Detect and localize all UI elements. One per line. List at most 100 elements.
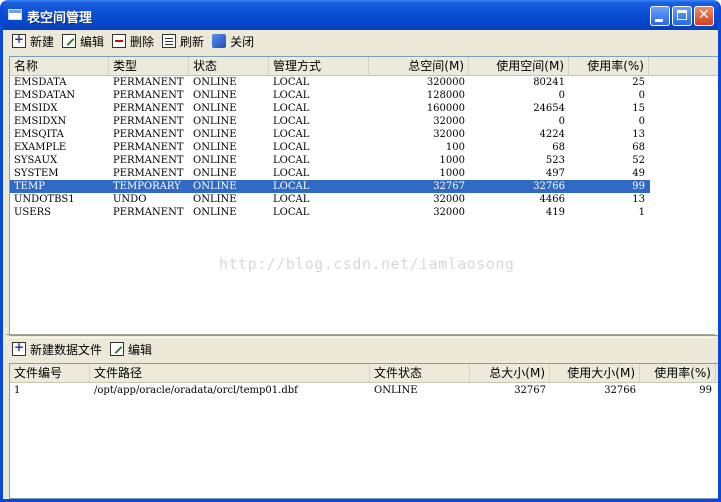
close-window-button[interactable] xyxy=(694,6,714,26)
status-cell: ONLINE xyxy=(193,194,237,205)
delete-label: 删除 xyxy=(130,34,155,49)
type-cell: TEMPORARY xyxy=(113,181,181,192)
type-cell: PERMANENT xyxy=(113,142,184,153)
total-space-cell: 32000 xyxy=(433,207,465,218)
used-space-cell: 4466 xyxy=(539,194,565,205)
status-cell: ONLINE xyxy=(193,103,237,114)
total-space-cell: 320000 xyxy=(426,77,465,88)
type-cell: PERMANENT xyxy=(113,168,184,179)
new-label: 新建 xyxy=(30,34,55,49)
datafile-row[interactable]: 1 /opt/app/oracle/oradata/orcl/temp01.db… xyxy=(10,384,716,397)
table-row[interactable]: UNDOTBS1 UNDO ONLINE LOCAL 32000 4466 13 xyxy=(10,193,650,206)
header-total-size[interactable]: 总大小(M) xyxy=(470,364,550,382)
used-space-cell: 0 xyxy=(558,116,565,127)
table-row[interactable]: EMSIDXN PERMANENT ONLINE LOCAL 32000 0 0 xyxy=(10,115,650,128)
close-button[interactable]: 关闭 xyxy=(212,30,254,52)
status-cell: ONLINE xyxy=(193,90,237,101)
table-row[interactable]: SYSTEM PERMANENT ONLINE LOCAL 1000 497 49 xyxy=(10,167,650,180)
management-cell: LOCAL xyxy=(273,129,310,140)
type-cell: PERMANENT xyxy=(113,103,184,114)
table-row[interactable]: USERS PERMANENT ONLINE LOCAL 32000 419 1 xyxy=(10,206,650,219)
usage-cell: 99 xyxy=(632,181,645,192)
tablespace-grid[interactable]: 名称 类型 状态 管理方式 总空间(M) 使用空间(M) 使用率(%) EMSD… xyxy=(9,56,718,336)
used-space-cell: 4224 xyxy=(539,129,565,140)
title-bar[interactable]: 表空间管理 xyxy=(3,0,718,30)
usage-cell: 68 xyxy=(632,142,645,153)
close-app-icon xyxy=(212,34,227,48)
main-toolbar: 新建 编辑 删除 刷新 关闭 xyxy=(12,29,262,53)
management-cell: LOCAL xyxy=(273,142,310,153)
used-space-cell: 32766 xyxy=(533,181,565,192)
header-status[interactable]: 状态 xyxy=(189,57,269,75)
management-cell: LOCAL xyxy=(273,103,310,114)
status-cell: ONLINE xyxy=(193,207,237,218)
table-row[interactable]: EMSDATA PERMANENT ONLINE LOCAL 320000 80241 25 xyxy=(10,76,650,89)
header-file-status[interactable]: 文件状态 xyxy=(370,364,470,382)
delete-button[interactable]: 删除 xyxy=(112,30,154,52)
management-cell: LOCAL xyxy=(273,181,310,192)
name-cell: EMSIDX xyxy=(14,103,58,114)
usage-cell: 25 xyxy=(632,77,645,88)
table-row[interactable]: EXAMPLE PERMANENT ONLINE LOCAL 100 68 68 xyxy=(10,141,650,154)
used-space-cell: 80241 xyxy=(533,77,565,88)
type-cell: PERMANENT xyxy=(113,155,184,166)
total-space-cell: 32000 xyxy=(433,129,465,140)
maximize-button[interactable] xyxy=(672,6,692,26)
total-space-cell: 32767 xyxy=(433,181,465,192)
datafile-grid[interactable]: 文件编号 文件路径 文件状态 总大小(M) 使用大小(M) 使用率(%) 1 /… xyxy=(9,363,718,499)
edit-label: 编辑 xyxy=(80,34,105,49)
usage-cell: 15 xyxy=(632,103,645,114)
header-file-usage[interactable]: 使用率(%) xyxy=(640,364,716,382)
total-space-cell: 32000 xyxy=(433,116,465,127)
table-row[interactable]: SYSAUX PERMANENT ONLINE LOCAL 1000 523 52 xyxy=(10,154,650,167)
edit-datafile-button[interactable]: 编辑 xyxy=(110,338,152,360)
used-space-cell: 523 xyxy=(545,155,565,166)
management-cell: LOCAL xyxy=(273,116,310,127)
window-icon xyxy=(8,9,22,20)
new-datafile-button[interactable]: 新建数据文件 xyxy=(12,338,102,360)
usage-cell: 13 xyxy=(632,129,645,140)
type-cell: PERMANENT xyxy=(113,116,184,127)
maximize-icon xyxy=(673,7,691,25)
management-cell: LOCAL xyxy=(273,155,310,166)
total-space-cell: 128000 xyxy=(426,90,465,101)
total-space-cell: 32000 xyxy=(433,194,465,205)
tablespace-header: 名称 类型 状态 管理方式 总空间(M) 使用空间(M) 使用率(%) xyxy=(10,57,718,76)
name-cell: EMSQITA xyxy=(14,129,64,140)
usage-cell: 52 xyxy=(632,155,645,166)
header-total-space[interactable]: 总空间(M) xyxy=(369,57,469,75)
refresh-label: 刷新 xyxy=(180,34,205,49)
usage-cell: 0 xyxy=(638,116,645,127)
table-row[interactable]: EMSDATAN PERMANENT ONLINE LOCAL 128000 0 0 xyxy=(10,89,650,102)
usage-cell: 13 xyxy=(632,194,645,205)
file-path-cell: /opt/app/oracle/oradata/orcl/temp01.dbf xyxy=(94,385,298,396)
refresh-button[interactable]: 刷新 xyxy=(162,30,204,52)
table-row[interactable]: EMSIDX PERMANENT ONLINE LOCAL 160000 24654 15 xyxy=(10,102,650,115)
type-cell: PERMANENT xyxy=(113,129,184,140)
used-space-cell: 68 xyxy=(552,142,565,153)
management-cell: LOCAL xyxy=(273,90,310,101)
new-datafile-icon xyxy=(12,340,26,356)
status-cell: ONLINE xyxy=(193,77,237,88)
datafile-header: 文件编号 文件路径 文件状态 总大小(M) 使用大小(M) 使用率(%) xyxy=(10,364,718,383)
file-total-size-cell: 32767 xyxy=(514,385,546,396)
minimize-button[interactable] xyxy=(650,6,670,26)
header-management[interactable]: 管理方式 xyxy=(269,57,369,75)
file-status-cell: ONLINE xyxy=(374,385,418,396)
new-button[interactable]: 新建 xyxy=(12,30,54,52)
table-row[interactable]: EMSQITA PERMANENT ONLINE LOCAL 32000 4224 13 xyxy=(10,128,650,141)
new-icon xyxy=(12,32,26,48)
header-file-id[interactable]: 文件编号 xyxy=(10,364,90,382)
header-type[interactable]: 类型 xyxy=(109,57,189,75)
edit-button[interactable]: 编辑 xyxy=(62,30,104,52)
header-name[interactable]: 名称 xyxy=(10,57,109,75)
header-used-space[interactable]: 使用空间(M) xyxy=(469,57,569,75)
header-file-path[interactable]: 文件路径 xyxy=(90,364,370,382)
name-cell: SYSTEM xyxy=(14,168,59,179)
header-used-size[interactable]: 使用大小(M) xyxy=(550,364,640,382)
header-usage[interactable]: 使用率(%) xyxy=(569,57,649,75)
file-usage-cell: 99 xyxy=(699,385,712,396)
table-row[interactable]: TEMP TEMPORARY ONLINE LOCAL 32767 32766 99 xyxy=(10,180,650,193)
name-cell: EMSDATAN xyxy=(14,90,76,101)
datafile-toolbar: 新建数据文件 编辑 xyxy=(12,337,160,361)
